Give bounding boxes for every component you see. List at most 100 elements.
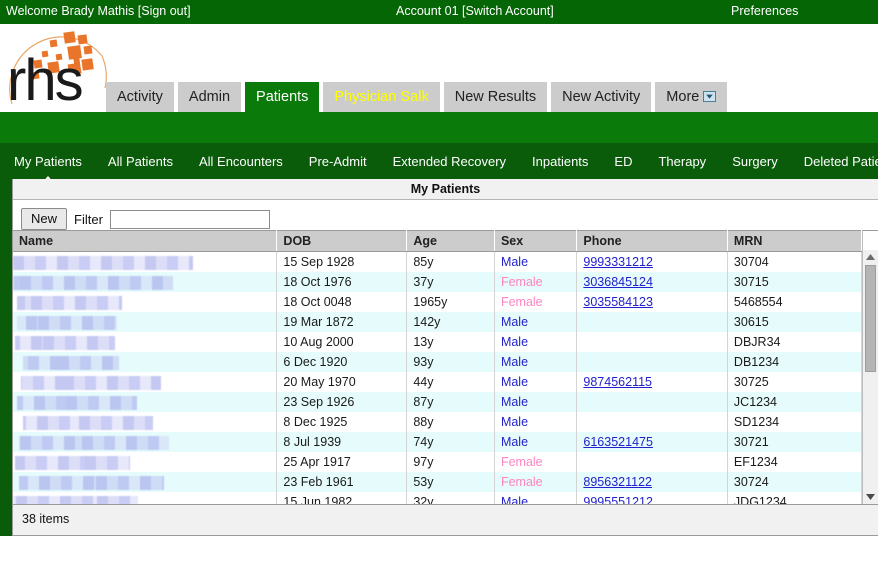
cell-phone-value[interactable]: 3036845124 — [583, 275, 653, 289]
sub-nav-deleted-patients[interactable]: Deleted Patients — [804, 154, 878, 169]
cell-name[interactable] — [13, 452, 277, 472]
cell-sex-value: Male — [501, 355, 528, 369]
table-row[interactable]: 23 Sep 192687yMaleJC1234 — [13, 392, 862, 412]
cell-phone — [577, 392, 728, 412]
main-tab-new-activity[interactable]: New Activity — [551, 82, 651, 112]
column-header-mrn[interactable]: MRN — [727, 231, 861, 252]
cell-phone: 8956321122 — [577, 472, 728, 492]
redacted-name-block — [15, 456, 130, 470]
cell-sex: Male — [494, 332, 576, 352]
main-tab-more-label: More — [666, 89, 699, 105]
sub-nav-my-patients[interactable]: My Patients — [14, 154, 82, 169]
cell-dob: 19 Mar 1872 — [277, 312, 407, 332]
scroll-up-button[interactable] — [863, 250, 878, 264]
cell-name[interactable] — [13, 272, 277, 292]
cell-dob: 18 Oct 0048 — [277, 292, 407, 312]
cell-name[interactable] — [13, 432, 277, 452]
cell-dob: 10 Aug 2000 — [277, 332, 407, 352]
table-row[interactable]: 15 Sep 192885yMale999333121230704 — [13, 252, 862, 273]
sub-nav-inpatients[interactable]: Inpatients — [532, 154, 588, 169]
column-header-age[interactable]: Age — [407, 231, 495, 252]
cell-sex-value: Female — [501, 295, 543, 309]
main-tab-more[interactable]: More — [655, 82, 727, 112]
redacted-name-block — [13, 256, 193, 270]
new-button[interactable]: New — [21, 208, 67, 230]
cell-name[interactable] — [13, 492, 277, 504]
sub-nav-extended-recovery-label: Extended Recovery — [393, 154, 506, 169]
cell-sex: Male — [494, 392, 576, 412]
main-tab-physician-salk-label: Physician Salk — [334, 89, 428, 105]
table-row[interactable]: 25 Apr 191797yFemaleEF1234 — [13, 452, 862, 472]
cell-age: 97y — [407, 452, 495, 472]
cell-name[interactable] — [13, 332, 277, 352]
column-header-phone[interactable]: Phone — [577, 231, 728, 252]
table-row[interactable]: 8 Dec 192588yMaleSD1234 — [13, 412, 862, 432]
sub-nav-ed[interactable]: ED — [614, 154, 632, 169]
sub-nav-all-encounters[interactable]: All Encounters — [199, 154, 283, 169]
column-header-sex[interactable]: Sex — [494, 231, 576, 252]
sub-nav-surgery[interactable]: Surgery — [732, 154, 778, 169]
table-row[interactable]: 19 Mar 1872142yMale30615 — [13, 312, 862, 332]
top-utility-bar: Welcome Brady Mathis [Sign out] Account … — [0, 0, 878, 24]
cell-phone-value[interactable]: 9874562115 — [583, 375, 652, 389]
table-row[interactable]: 20 May 197044yMale987456211530725 — [13, 372, 862, 392]
table-row[interactable]: 23 Feb 196153yFemale895632112230724 — [13, 472, 862, 492]
redacted-name-block — [13, 496, 138, 505]
cell-dob: 20 May 1970 — [277, 372, 407, 392]
cell-sex: Male — [494, 352, 576, 372]
cell-phone-value[interactable]: 9995551212 — [583, 495, 653, 504]
cell-sex: Male — [494, 432, 576, 452]
filter-input[interactable] — [110, 210, 270, 229]
table-row[interactable]: 15 Jun 198232yMale9995551212JDG1234 — [13, 492, 862, 504]
cell-name[interactable] — [13, 372, 277, 392]
main-tab-new-results[interactable]: New Results — [444, 82, 547, 112]
scrollbar-thumb[interactable] — [865, 265, 876, 372]
cell-phone-value[interactable]: 8956321122 — [583, 475, 652, 489]
cell-age: 74y — [407, 432, 495, 452]
cell-name[interactable] — [13, 292, 277, 312]
table-row[interactable]: 6 Dec 192093yMaleDB1234 — [13, 352, 862, 372]
left-green-rail-footer — [0, 505, 12, 536]
table-row[interactable]: 18 Oct 197637yFemale303684512430715 — [13, 272, 862, 292]
column-header-dob[interactable]: DOB — [277, 231, 407, 252]
cell-name[interactable] — [13, 312, 277, 332]
cell-mrn: SD1234 — [727, 412, 861, 432]
cell-phone-value[interactable]: 6163521475 — [583, 435, 653, 449]
account-switch-link[interactable]: Account 01 [Switch Account] — [396, 4, 554, 18]
welcome-signout-link[interactable]: Welcome Brady Mathis [Sign out] — [6, 4, 191, 18]
column-header-name[interactable]: Name — [13, 231, 277, 252]
sub-nav-therapy[interactable]: Therapy — [658, 154, 706, 169]
cell-name[interactable] — [13, 412, 277, 432]
main-tab-admin[interactable]: Admin — [178, 82, 241, 112]
cell-phone — [577, 452, 728, 472]
sub-nav-all-patients[interactable]: All Patients — [108, 154, 173, 169]
cell-phone — [577, 332, 728, 352]
cell-dob: 8 Dec 1925 — [277, 412, 407, 432]
cell-phone-value[interactable]: 3035584123 — [583, 295, 653, 309]
table-row[interactable]: 10 Aug 200013yMaleDBJR34 — [13, 332, 862, 352]
triangle-up-icon — [866, 254, 875, 260]
grid-scroll-region[interactable]: Name DOB Age Sex Phone MRN 15 Sep 192885… — [13, 230, 862, 504]
table-row[interactable]: 18 Oct 00481965yFemale30355841235468554 — [13, 292, 862, 312]
rhs-logo[interactable]: rhs — [6, 26, 111, 108]
main-tab-bar: Activity Admin Patients Physician Salk N… — [106, 82, 727, 112]
sub-nav-extended-recovery[interactable]: Extended Recovery — [393, 154, 506, 169]
main-tab-activity[interactable]: Activity — [106, 82, 174, 112]
cell-name[interactable] — [13, 472, 277, 492]
cell-phone — [577, 312, 728, 332]
cell-name[interactable] — [13, 252, 277, 273]
cell-name[interactable] — [13, 392, 277, 412]
cell-name[interactable] — [13, 352, 277, 372]
table-row[interactable]: 8 Jul 193974yMale616352147530721 — [13, 432, 862, 452]
sub-nav-pre-admit[interactable]: Pre-Admit — [309, 154, 367, 169]
main-tab-physician-salk[interactable]: Physician Salk — [323, 82, 439, 112]
cell-phone — [577, 412, 728, 432]
cell-phone: 9993331212 — [577, 252, 728, 273]
vertical-scrollbar[interactable] — [862, 230, 878, 504]
main-tab-patients[interactable]: Patients — [245, 82, 319, 112]
main-tab-new-results-label: New Results — [455, 89, 536, 105]
cell-phone-value[interactable]: 9993331212 — [583, 255, 653, 269]
scroll-down-button[interactable] — [863, 490, 878, 504]
footer-inner: 38 items — [12, 505, 878, 536]
preferences-link[interactable]: Preferences — [731, 4, 798, 18]
